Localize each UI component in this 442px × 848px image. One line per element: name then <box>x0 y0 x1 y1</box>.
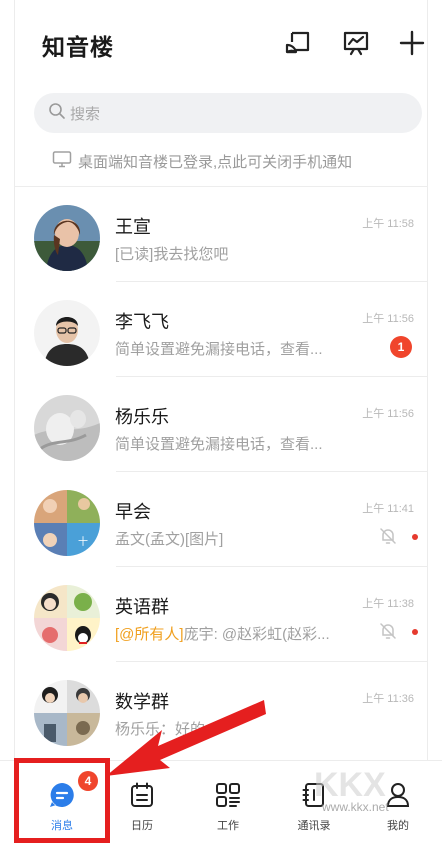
app-title: 知音楼 <box>42 34 114 60</box>
notice-text: 桌面端知音楼已登录,点此可关闭手机通知 <box>78 153 353 171</box>
conversation-preview: [@所有人]庞宇: @赵彩虹(赵彩... <box>115 623 330 644</box>
avatar <box>34 395 100 461</box>
annotation-arrow-icon <box>106 700 266 776</box>
conversation-time: 上午 11:58 <box>362 218 414 230</box>
conversation-name: 王宣 <box>115 217 151 237</box>
desktop-login-notice[interactable]: 桌面端知音楼已登录,点此可关闭手机通知 <box>52 149 352 173</box>
monitor-icon <box>52 150 72 173</box>
tab-label: 我的 <box>387 820 409 832</box>
calendar-icon <box>128 781 156 809</box>
conversation-name: 李飞飞 <box>115 312 169 332</box>
avatar <box>34 205 100 271</box>
tab-label: 日历 <box>131 820 153 832</box>
preview-text: 庞宇: @赵彩虹(赵彩... <box>183 626 330 643</box>
mention-tag: [@所有人] <box>115 626 184 643</box>
group-avatar: 十 <box>34 490 100 556</box>
conversation-name: 英语群 <box>115 597 169 617</box>
grid-apps-icon <box>214 781 242 809</box>
conversation-time: 上午 11:56 <box>362 313 414 325</box>
conversation-preview: 孟文(孟文)[图片] <box>115 531 224 548</box>
svg-text:十: 十 <box>78 535 88 548</box>
group-avatar <box>34 680 100 746</box>
unread-dot <box>412 629 418 635</box>
watermark-logo-icon: KKX <box>314 766 386 804</box>
conversation-item[interactable]: 十 早会 孟文(孟文)[图片] 上午 11:41 <box>14 472 428 567</box>
search-input[interactable]: 搜索 <box>34 93 422 133</box>
group-avatar <box>34 585 100 651</box>
presentation-icon[interactable] <box>341 28 371 58</box>
tab-label: 通讯录 <box>297 820 331 832</box>
plus-icon[interactable] <box>397 28 427 58</box>
conversation-preview: 简单设置避免漏接电话，查看... <box>115 341 323 358</box>
unread-dot <box>412 534 418 540</box>
conversation-item[interactable]: 杨乐乐 简单设置避免漏接电话，查看... 上午 11:56 <box>14 377 428 472</box>
conversation-item[interactable]: 王宣 [已读]我去找您吧 上午 11:58 <box>14 187 428 282</box>
watermark-text: www.kkx.net <box>322 800 389 814</box>
conversation-time: 上午 11:41 <box>362 503 414 515</box>
conversation-time: 上午 11:38 <box>362 598 414 610</box>
conversation-item[interactable]: 李飞飞 简单设置避免漏接电话，查看... 上午 11:56 1 <box>14 282 428 377</box>
conversation-name: 早会 <box>115 502 151 522</box>
mute-icon <box>378 526 398 546</box>
cast-icon[interactable] <box>283 28 313 58</box>
conversation-preview: 简单设置避免漏接电话，查看... <box>115 436 323 453</box>
conversation-time: 上午 11:56 <box>362 408 414 420</box>
unread-badge: 1 <box>390 336 412 358</box>
avatar <box>34 300 100 366</box>
conversation-item[interactable]: 英语群 [@所有人]庞宇: @赵彩虹(赵彩... 上午 11:38 <box>14 567 428 662</box>
conversation-preview: [已读]我去找您吧 <box>115 246 229 263</box>
header: 知音楼 <box>0 0 442 86</box>
tab-label: 工作 <box>217 820 239 832</box>
search-icon <box>48 102 66 125</box>
annotation-highlight-box <box>14 758 110 843</box>
svg-text:KKX: KKX <box>314 766 386 804</box>
conversation-time: 上午 11:36 <box>362 693 414 705</box>
search-placeholder: 搜索 <box>70 105 101 123</box>
mute-icon <box>378 621 398 641</box>
conversation-name: 杨乐乐 <box>115 407 169 427</box>
